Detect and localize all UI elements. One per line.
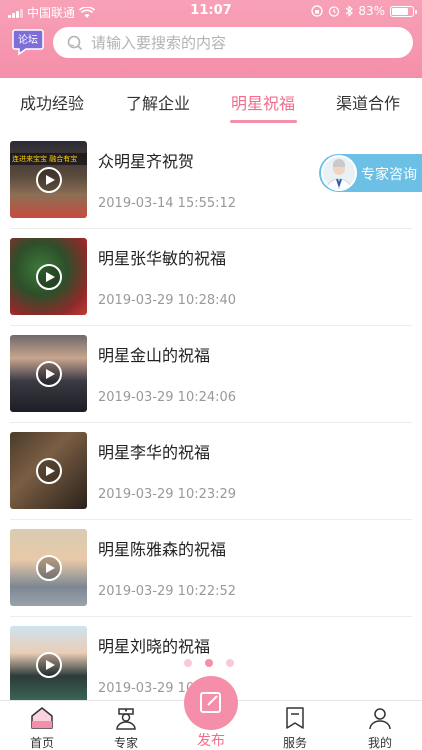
list-item[interactable]: 明星陈雅森的祝福 2019-03-29 10:22:52 xyxy=(0,520,422,617)
doctor-icon xyxy=(326,159,352,189)
article-title: 明星张华敏的祝福 xyxy=(98,249,227,268)
list-item[interactable]: 明星金山的祝福 2019-03-29 10:24:06 xyxy=(0,326,422,423)
edit-icon xyxy=(200,692,221,713)
forum-logo-icon[interactable]: 论坛 xyxy=(12,28,44,56)
play-icon xyxy=(36,652,62,678)
video-thumbnail[interactable] xyxy=(10,238,87,315)
page-indicator xyxy=(184,659,234,667)
article-date: 2019-03-29 10:22:52 xyxy=(98,584,237,599)
user-icon xyxy=(369,708,391,730)
nav-mine-label: 我的 xyxy=(367,736,392,750)
status-right: 83% xyxy=(311,4,417,18)
tab-about-company[interactable]: 了解企业 xyxy=(126,90,190,114)
expert-consult-button[interactable]: 专家咨询 xyxy=(319,154,422,192)
article-date: 2019-03-29 10 xyxy=(98,681,195,696)
list-item[interactable]: 明星李华的祝福 2019-03-29 10:23:29 xyxy=(0,423,422,520)
article-title: 明星金山的祝福 xyxy=(98,346,211,365)
nav-expert[interactable]: 专家 xyxy=(96,701,156,750)
play-icon xyxy=(36,555,62,581)
play-icon xyxy=(36,264,62,290)
article-title: 明星刘晓的祝福 xyxy=(98,637,211,656)
battery-percent: 83% xyxy=(358,4,385,18)
doctor-avatar xyxy=(321,155,357,191)
tab-success-experience[interactable]: 成功经验 xyxy=(20,90,84,114)
publish-label: 发布 xyxy=(197,733,225,749)
article-title: 明星陈雅森的祝福 xyxy=(98,540,227,559)
page-dot xyxy=(184,659,192,667)
header-bar: 中国联通 11:07 83% 论坛 请输入要搜索的内容 xyxy=(0,0,422,78)
video-thumbnail[interactable] xyxy=(10,335,87,412)
home-icon xyxy=(31,707,53,729)
search-icon xyxy=(67,35,83,50)
play-icon xyxy=(36,167,62,193)
video-thumbnail[interactable]: 连进来宝宝 融合有宝 xyxy=(10,141,87,218)
nav-expert-label: 专家 xyxy=(113,736,138,750)
app-screen: 中国联通 11:07 83% 论坛 请输入要搜索的内容 成功经验 了解企业 明星… xyxy=(0,0,422,750)
thumbnail-banner: 连进来宝宝 融合有宝 xyxy=(10,153,87,165)
bookmark-icon xyxy=(286,707,304,729)
article-date: 2019-03-29 10:24:06 xyxy=(98,390,237,405)
alarm-icon xyxy=(329,6,340,17)
status-bar: 中国联通 11:07 83% xyxy=(0,0,422,22)
lock-rotation-icon xyxy=(311,5,323,17)
tab-celebrity-wishes[interactable]: 明星祝福 xyxy=(231,90,295,114)
page-dot-active xyxy=(205,659,213,667)
battery-level xyxy=(392,7,408,15)
list-item[interactable]: 明星张华敏的祝福 2019-03-29 10:28:40 xyxy=(0,229,422,326)
nav-service-label: 服务 xyxy=(282,736,307,750)
video-thumbnail[interactable] xyxy=(10,626,87,703)
article-title: 明星李华的祝福 xyxy=(98,443,211,462)
play-icon xyxy=(36,361,62,387)
nurse-icon xyxy=(116,708,136,730)
article-date: 2019-03-14 15:55:12 xyxy=(98,196,237,211)
video-thumbnail[interactable] xyxy=(10,529,87,606)
search-input[interactable] xyxy=(91,33,391,52)
search-bar[interactable] xyxy=(53,27,413,58)
publish-button[interactable] xyxy=(184,676,238,730)
video-thumbnail[interactable] xyxy=(10,432,87,509)
nav-home-label: 首页 xyxy=(29,736,54,750)
nav-service[interactable]: 服务 xyxy=(265,701,325,750)
page-dot xyxy=(226,659,234,667)
article-date: 2019-03-29 10:28:40 xyxy=(98,293,237,308)
category-tabs: 成功经验 了解企业 明星祝福 渠道合作 xyxy=(0,78,422,124)
consult-label: 专家咨询 xyxy=(361,167,417,183)
tab-channel-cooperation[interactable]: 渠道合作 xyxy=(336,90,400,114)
article-title: 众明星齐祝贺 xyxy=(98,152,195,171)
forum-badge-label: 论坛 xyxy=(18,33,38,46)
bluetooth-icon xyxy=(345,5,354,17)
active-tab-indicator xyxy=(230,120,297,123)
play-icon xyxy=(36,458,62,484)
nav-home[interactable]: 首页 xyxy=(12,701,72,750)
nav-mine[interactable]: 我的 xyxy=(350,701,410,750)
battery-icon xyxy=(390,5,417,17)
article-date: 2019-03-29 10:23:29 xyxy=(98,487,237,502)
